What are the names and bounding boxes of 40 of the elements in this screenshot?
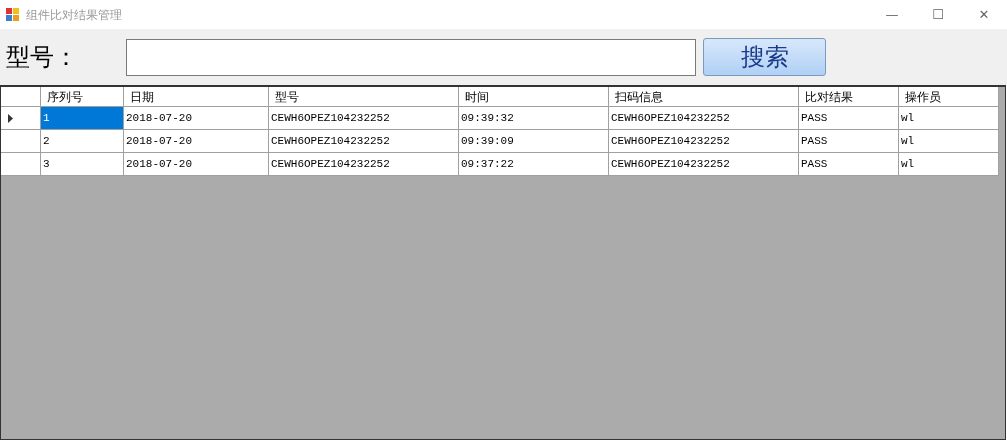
column-header[interactable]: 序列号 <box>41 87 124 107</box>
table-cell[interactable]: CEWH6OPEZ104232252 <box>269 153 459 176</box>
current-row-icon <box>8 113 13 123</box>
minimize-button[interactable]: — <box>869 0 915 29</box>
table-cell[interactable]: 2018-07-20 <box>124 107 269 130</box>
table-cell[interactable]: PASS <box>799 107 899 130</box>
column-header[interactable]: 操作员 <box>899 87 999 107</box>
table-cell[interactable]: 1 <box>41 107 124 130</box>
column-header[interactable]: 比对结果 <box>799 87 899 107</box>
table-cell[interactable]: 09:39:09 <box>459 130 609 153</box>
table-cell[interactable]: CEWH6OPEZ104232252 <box>269 107 459 130</box>
table-cell[interactable]: CEWH6OPEZ104232252 <box>609 107 799 130</box>
table-cell[interactable]: 2018-07-20 <box>124 153 269 176</box>
table-cell[interactable]: 09:39:32 <box>459 107 609 130</box>
window-title: 组件比对结果管理 <box>26 6 122 24</box>
table-cell[interactable]: 3 <box>41 153 124 176</box>
table-cell[interactable]: wl <box>899 107 999 130</box>
search-button[interactable]: 搜索 <box>703 38 826 76</box>
table-cell[interactable]: CEWH6OPEZ104232252 <box>609 130 799 153</box>
maximize-button[interactable]: ☐ <box>915 0 961 29</box>
row-header[interactable] <box>1 107 41 130</box>
table-cell[interactable]: PASS <box>799 153 899 176</box>
close-button[interactable]: ✕ <box>961 0 1007 29</box>
column-header[interactable]: 型号 <box>269 87 459 107</box>
model-label: 型号： <box>6 42 79 73</box>
table-cell[interactable]: 2018-07-20 <box>124 130 269 153</box>
table-cell[interactable]: wl <box>899 130 999 153</box>
column-header[interactable]: 日期 <box>124 87 269 107</box>
table-cell[interactable]: CEWH6OPEZ104232252 <box>269 130 459 153</box>
model-input-field[interactable] <box>126 38 696 76</box>
table-cell[interactable]: CEWH6OPEZ104232252 <box>609 153 799 176</box>
table-cell[interactable]: 2 <box>41 130 124 153</box>
table-cell[interactable]: 09:37:22 <box>459 153 609 176</box>
column-header[interactable]: 扫码信息 <box>609 87 799 107</box>
table-cell[interactable]: wl <box>899 153 999 176</box>
row-header[interactable] <box>1 153 41 176</box>
table-cell[interactable]: PASS <box>799 130 899 153</box>
row-header[interactable] <box>1 130 41 153</box>
app-icon <box>6 8 20 21</box>
column-header[interactable]: 时间 <box>459 87 609 107</box>
